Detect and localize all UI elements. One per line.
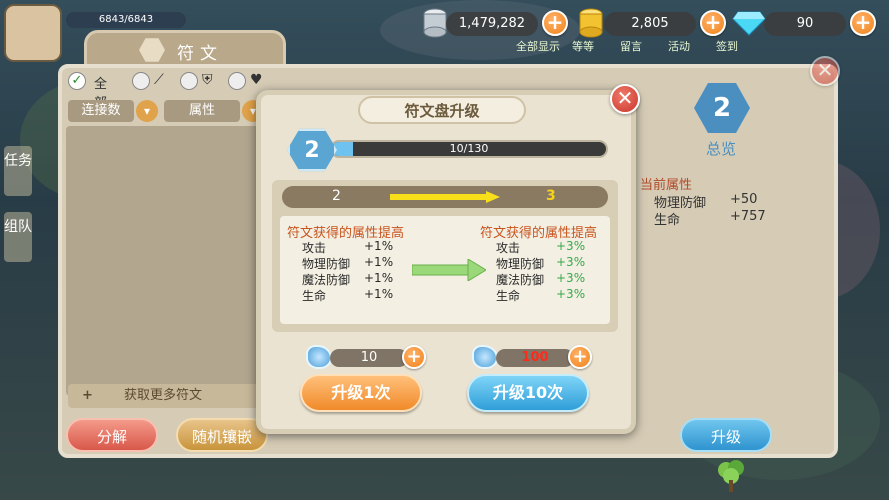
rune-hex-icon xyxy=(139,38,165,62)
rune-essence-icon xyxy=(306,345,332,369)
gold-coin-icon xyxy=(579,8,603,38)
nav-label-1[interactable]: 等等 xyxy=(572,38,594,54)
stat-name: 攻击 xyxy=(496,241,521,255)
rune-list xyxy=(66,126,262,396)
add-essence-button[interactable]: + xyxy=(568,345,592,369)
nav-label-0[interactable]: 全部显示 xyxy=(516,38,560,54)
filter-radio-3[interactable] xyxy=(228,72,246,90)
add-diamond-button[interactable]: + xyxy=(850,10,876,36)
stat-value: +1% xyxy=(364,271,394,285)
sort-combo-select[interactable]: 连接数 xyxy=(68,100,134,122)
xp-progress-text: 10/130 xyxy=(449,142,489,155)
get-more-runes-button[interactable]: + 获取更多符文 xyxy=(68,384,262,408)
upgrade-panel-button[interactable]: 升级 xyxy=(680,418,772,452)
stat-name: 物理防御 xyxy=(302,257,351,271)
level-arrow-icon xyxy=(390,191,500,203)
stat-name: 生命 xyxy=(302,289,327,303)
side-tab-quest[interactable]: 任务 xyxy=(4,146,32,196)
filter-radio-2[interactable] xyxy=(180,72,198,90)
current-attr-value: +50 xyxy=(730,192,758,207)
stat-name: 魔法防御 xyxy=(302,273,351,287)
from-level: 2 xyxy=(332,188,341,204)
rune-panel-title: 符文 xyxy=(177,44,223,64)
stat-value: +1% xyxy=(364,239,394,253)
stat-name: 攻击 xyxy=(302,241,327,255)
heart-icon: ♥ xyxy=(250,72,263,88)
close-dialog-button[interactable]: ✕ xyxy=(610,84,640,114)
xp-progress-bar: 10/130 xyxy=(330,140,608,158)
add-silver-button[interactable]: + xyxy=(542,10,568,36)
current-attr-value: +757 xyxy=(730,209,766,224)
stat-value: +1% xyxy=(364,287,394,301)
sort-attr-select[interactable]: 属性 xyxy=(164,100,240,122)
nav-label-4[interactable]: 签到 xyxy=(716,38,738,54)
plus-icon: + xyxy=(82,388,93,403)
add-gold-button[interactable]: + xyxy=(700,10,726,36)
overview-label: 总览 xyxy=(706,140,737,158)
stat-value: +3% xyxy=(556,255,586,269)
rune-essence-icon xyxy=(472,345,498,369)
bonus-arrow-icon xyxy=(412,259,486,281)
stat-name: 生命 xyxy=(496,289,521,303)
player-hp: 6843/6843 xyxy=(66,12,186,28)
side-tab-team[interactable]: 组队 xyxy=(4,212,32,262)
dialog-title: 符文盘升级 xyxy=(404,102,480,120)
chevron-down-icon[interactable]: ▾ xyxy=(136,100,158,122)
stat-value: +3% xyxy=(556,239,586,253)
stat-value: +3% xyxy=(556,287,586,301)
nav-label-2[interactable]: 留言 xyxy=(620,38,642,54)
silver-amount: 1,479,282 xyxy=(446,12,538,36)
shield-icon: ⛨ xyxy=(202,72,213,88)
player-avatar[interactable] xyxy=(4,4,62,62)
upgrade-once-button[interactable]: 升级1次 xyxy=(300,374,422,412)
stat-name: 魔法防御 xyxy=(496,273,545,287)
tree-logo-icon xyxy=(718,460,744,492)
to-level: 3 xyxy=(546,188,556,204)
add-essence-button[interactable]: + xyxy=(402,345,426,369)
nav-label-3[interactable]: 活动 xyxy=(668,38,690,54)
stat-value: +3% xyxy=(556,271,586,285)
cost-ten: 100 xyxy=(496,349,574,367)
stat-value: +1% xyxy=(364,255,394,269)
random-inlay-button[interactable]: 随机镶嵌 xyxy=(176,418,268,452)
sword-icon: ⟋ xyxy=(154,72,164,88)
check-icon[interactable]: ✓ xyxy=(68,72,86,90)
current-attr-name: 生命 xyxy=(654,213,681,228)
current-attr-title: 当前属性 xyxy=(640,178,693,193)
rune-panel-header: 符文 xyxy=(84,30,286,68)
diamond-icon xyxy=(732,11,766,36)
upgrade-ten-button[interactable]: 升级10次 xyxy=(467,374,589,412)
decompose-button[interactable]: 分解 xyxy=(66,418,158,452)
close-rune-panel-button[interactable]: ✕ xyxy=(810,56,840,86)
stat-name: 物理防御 xyxy=(496,257,545,271)
filter-radio-1[interactable] xyxy=(132,72,150,90)
cost-once: 10 xyxy=(330,349,408,367)
diamond-amount: 90 xyxy=(764,12,846,36)
get-more-label: 获取更多符文 xyxy=(124,388,203,403)
gold-amount: 2,805 xyxy=(604,12,696,36)
